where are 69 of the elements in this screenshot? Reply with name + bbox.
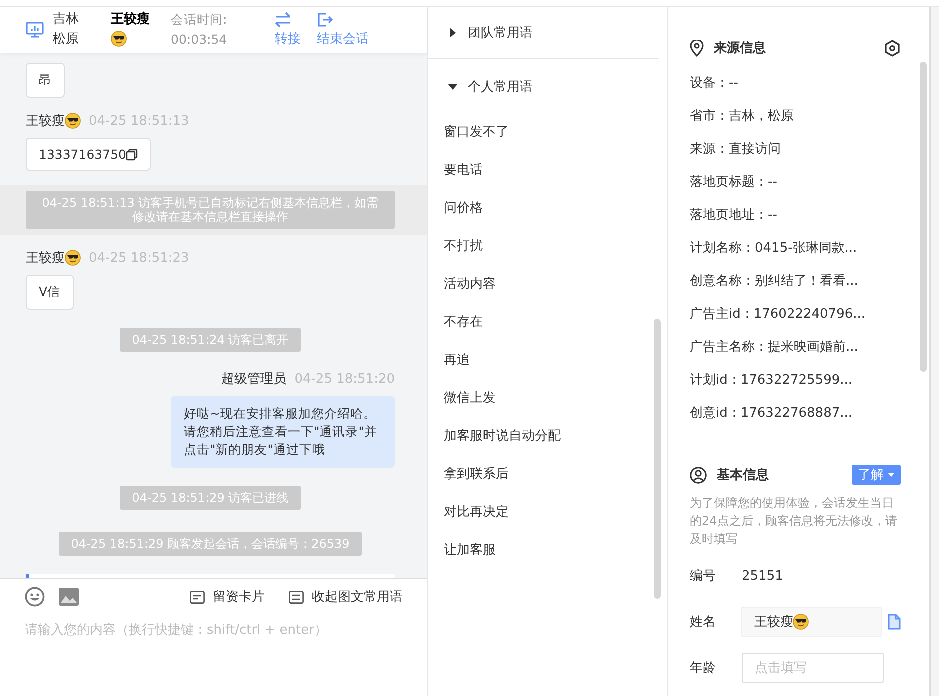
field-label: 姓名 xyxy=(690,614,717,631)
settings-button[interactable] xyxy=(884,40,901,56)
session-time-label: 会话时间: xyxy=(171,11,228,29)
source-info-row-text: 设备：-- xyxy=(690,75,740,93)
user-circle-icon xyxy=(690,466,707,484)
section-title: 来源信息 xyxy=(714,40,766,57)
exit-icon xyxy=(317,12,333,28)
phrase-item[interactable]: 问价格 xyxy=(428,199,667,237)
message-bubble: 好哒~现在安排客服加您介绍哈。请您稍后注意查看一下"通讯录"并点击"新的朋友"通过下哦 xyxy=(171,396,395,468)
visitor-name: 王较瘦 xyxy=(111,12,150,27)
visitor-location: 吉林松原 xyxy=(53,11,80,49)
location-pin-icon xyxy=(690,40,704,56)
notice-text: 为了保障您的使用体验，会话发生当日的24点之后，顾客信息将无法修改，请及时填写 xyxy=(690,495,898,548)
hexagon-icon xyxy=(884,40,901,56)
sunglasses-face-icon xyxy=(65,250,81,266)
image-button[interactable] xyxy=(59,588,79,606)
phrase-item[interactable]: 加客服时说自动分配 xyxy=(428,427,667,465)
phrase-item[interactable]: 再追 xyxy=(428,351,667,389)
phrase-item[interactable]: 对比再决定 xyxy=(428,503,667,541)
sunglasses-face-icon xyxy=(65,113,81,129)
message-time: 04-25 18:51:20 xyxy=(294,372,395,386)
message-bubble: V信 xyxy=(26,275,74,310)
lead-card-button[interactable]: 留资卡片 xyxy=(190,588,265,606)
message-square-icon xyxy=(289,590,304,604)
message-time: 04-25 18:51:13 xyxy=(89,114,190,128)
caret-down-icon xyxy=(888,473,895,477)
source-info-row-text: 广告主名称：提米映画婚前... xyxy=(690,339,860,357)
phrase-item[interactable]: 窗口发不了 xyxy=(428,123,667,161)
message-time: 04-25 18:51:23 xyxy=(89,250,190,266)
phrase-item[interactable]: 不存在 xyxy=(428,313,667,351)
message-bubble: 昂 xyxy=(26,63,65,98)
sunglasses-face-icon xyxy=(793,614,810,630)
source-info-row-text: 来源：直接访问 xyxy=(690,141,782,159)
field-value: 25151 xyxy=(742,568,784,584)
image-icon xyxy=(59,588,79,606)
caret-down-icon xyxy=(448,82,458,92)
phrase-item[interactable]: 让加客服 xyxy=(428,541,667,579)
smiley-icon xyxy=(25,587,45,607)
collapse-phrases-button[interactable]: 收起图文常用语 xyxy=(289,588,403,606)
phrase-item[interactable]: 微信上发 xyxy=(428,389,667,427)
message-square-icon xyxy=(190,590,205,604)
document-icon xyxy=(888,614,901,630)
field-label: 编号 xyxy=(690,568,717,585)
source-info-row-text: 落地页标题：-- xyxy=(690,174,778,192)
source-info-row-text: 创意id：176322768887... xyxy=(690,405,854,423)
sender-name: 王较瘦 xyxy=(26,113,65,130)
emoji-button[interactable] xyxy=(25,587,45,607)
source-info-row-text: 计划id：176322725599... xyxy=(690,372,854,390)
source-info-row-text: 创意名称：别纠结了！看看... xyxy=(690,273,860,291)
source-info-row-text: 计划名称：0415-张琳同款... xyxy=(690,240,858,258)
message-bubble: 13337163750 xyxy=(26,138,152,171)
phrase-item[interactable]: 拿到联系后 xyxy=(428,465,667,503)
sender-name: 超级管理员 xyxy=(222,371,287,388)
sunglasses-face-icon xyxy=(111,31,127,48)
monitor-icon xyxy=(26,22,44,38)
section-title: 基本信息 xyxy=(717,467,769,484)
phrase-item[interactable]: 要电话 xyxy=(428,161,667,199)
phrase-item[interactable]: 不打扰 xyxy=(428,237,667,275)
sender-name: 王较瘦 xyxy=(26,250,65,267)
field-label: 年龄 xyxy=(690,660,717,677)
swap-arrows-icon xyxy=(275,12,291,28)
caret-right-icon xyxy=(448,28,458,38)
source-info-row-text: 落地页地址：-- xyxy=(690,207,778,225)
copy-icon xyxy=(126,148,138,160)
input-field[interactable]: 王较瘦 xyxy=(741,607,882,637)
source-info-row-text: 省市：吉林，松原 xyxy=(690,108,795,126)
session-time: 00:03:54 xyxy=(171,31,228,49)
phrase-item[interactable]: 活动内容 xyxy=(428,275,667,313)
source-info-row-text: 广告主id：176022240796... xyxy=(690,306,867,324)
